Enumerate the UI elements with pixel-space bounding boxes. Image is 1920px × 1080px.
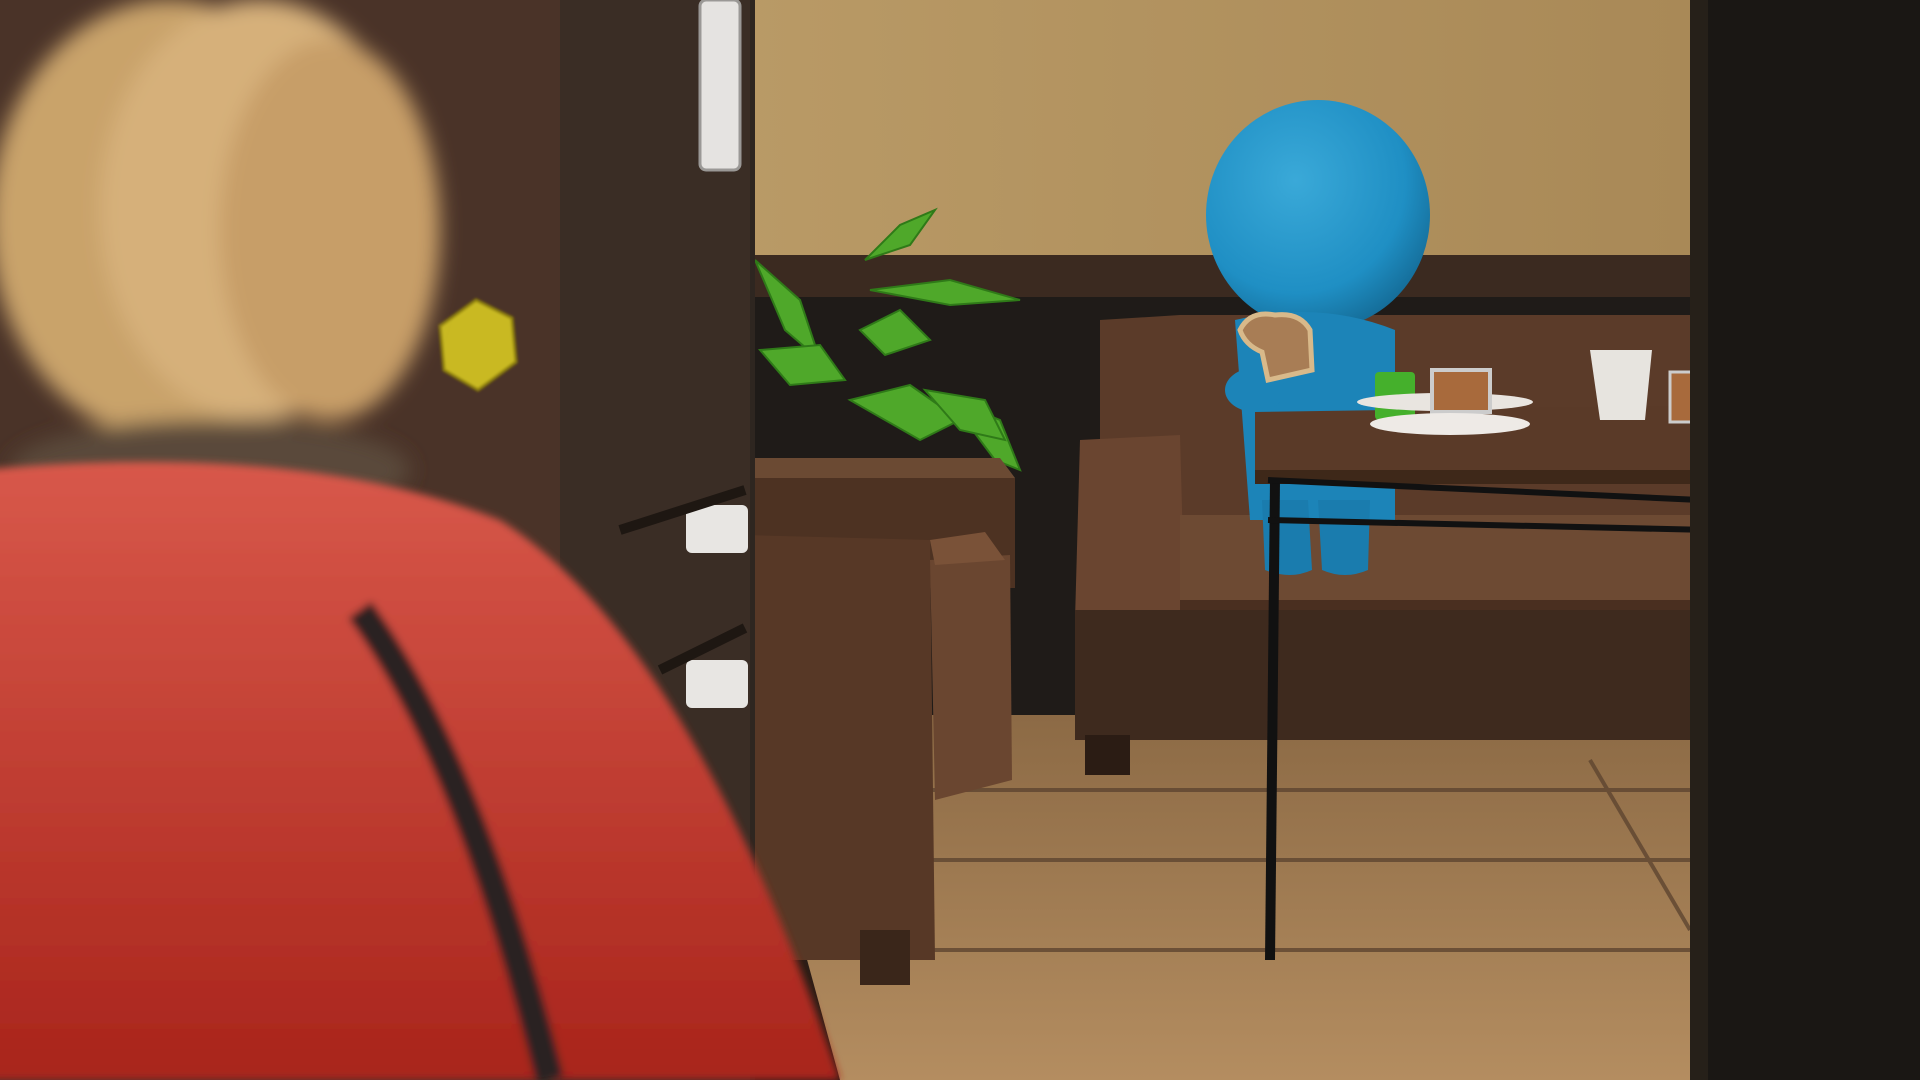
character-head: [1206, 100, 1430, 330]
white-cup: [1590, 350, 1652, 420]
character-leg-right: [1318, 500, 1370, 575]
rendered-3d-scene: [0, 0, 1920, 1080]
scene-svg: [0, 0, 1920, 1080]
brown-box: [1430, 368, 1492, 414]
plate-2: [1370, 413, 1530, 435]
fridge-drawer-handle-1[interactable]: [686, 505, 748, 553]
bread-loaf: [0, 0, 440, 520]
fridge-handle-top[interactable]: [698, 0, 742, 172]
door-frame: [1700, 0, 1920, 1080]
fridge-drawer-handle-2[interactable]: [686, 660, 748, 708]
